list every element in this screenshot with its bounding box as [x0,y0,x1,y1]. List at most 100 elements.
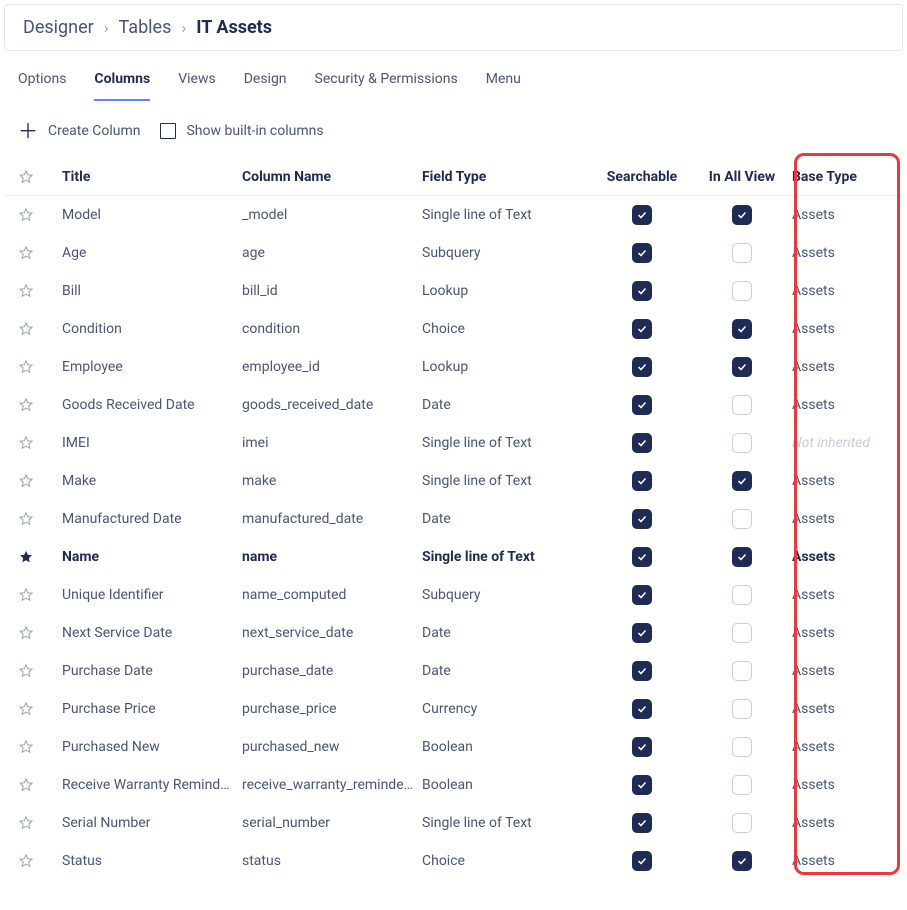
star-icon[interactable] [18,245,34,261]
in-all-view-checkbox[interactable] [732,547,752,567]
star-icon[interactable] [18,549,34,565]
star-icon[interactable] [18,587,34,603]
breadcrumb-item[interactable]: IT Assets [196,17,272,38]
header-column-name[interactable]: Column Name [242,169,422,185]
tab-security-permissions[interactable]: Security & Permissions [315,71,458,101]
field-type: Lookup [422,283,592,299]
table-row[interactable]: NamenameSingle line of TextAssets [4,538,903,576]
header-base-type[interactable]: Base Type [792,169,882,185]
in-all-view-checkbox[interactable] [732,281,752,301]
table-row[interactable]: Purchase Datepurchase_dateDateAssets [4,652,903,690]
star-icon[interactable] [18,473,34,489]
searchable-checkbox[interactable] [632,547,652,567]
column-name: goods_received_date [242,397,422,413]
in-all-view-checkbox[interactable] [732,661,752,681]
star-icon[interactable] [18,283,34,299]
table-row[interactable]: Receive Warranty Remindersreceive_warran… [4,766,903,804]
in-all-view-checkbox[interactable] [732,509,752,529]
searchable-checkbox[interactable] [632,205,652,225]
searchable-checkbox[interactable] [632,737,652,757]
star-icon[interactable] [18,815,34,831]
star-icon[interactable] [18,511,34,527]
table-row[interactable]: Model_modelSingle line of TextAssets [4,196,903,234]
header-in-all-view[interactable]: In All View [692,169,792,185]
star-icon[interactable] [18,739,34,755]
tab-columns[interactable]: Columns [94,71,150,101]
in-all-view-checkbox[interactable] [732,433,752,453]
searchable-checkbox[interactable] [632,433,652,453]
searchable-checkbox[interactable] [632,661,652,681]
in-all-view-checkbox[interactable] [732,775,752,795]
table-row[interactable]: Purchase Pricepurchase_priceCurrencyAsse… [4,690,903,728]
star-icon[interactable] [18,397,34,413]
table-row[interactable]: IMEIimeiSingle line of TextNot inherited [4,424,903,462]
table-row[interactable]: Manufactured Datemanufactured_dateDateAs… [4,500,903,538]
table-row[interactable]: Billbill_idLookupAssets [4,272,903,310]
table-row[interactable]: Unique Identifiername_computedSubqueryAs… [4,576,903,614]
star-icon[interactable] [18,321,34,337]
star-icon[interactable] [18,435,34,451]
show-builtin-toggle[interactable]: Show built-in columns [160,123,323,139]
table-row[interactable]: ConditionconditionChoiceAssets [4,310,903,348]
in-all-view-checkbox[interactable] [732,623,752,643]
in-all-view-checkbox[interactable] [732,699,752,719]
table-row[interactable]: Next Service Datenext_service_dateDateAs… [4,614,903,652]
searchable-checkbox[interactable] [632,509,652,529]
in-all-view-checkbox[interactable] [732,205,752,225]
column-title: Employee [62,359,242,375]
create-column-button[interactable]: ＋ Create Column [18,121,140,141]
searchable-checkbox[interactable] [632,357,652,377]
breadcrumb-item[interactable]: Designer [23,17,94,38]
searchable-checkbox[interactable] [632,281,652,301]
tab-design[interactable]: Design [244,71,287,101]
star-icon[interactable] [18,207,34,223]
columns-table: Title Column Name Field Type Searchable … [0,153,907,880]
tab-views[interactable]: Views [178,71,216,101]
in-all-view-checkbox[interactable] [732,737,752,757]
in-all-view-checkbox[interactable] [732,585,752,605]
in-all-view-checkbox[interactable] [732,357,752,377]
searchable-checkbox[interactable] [632,243,652,263]
header-title[interactable]: Title [62,169,242,185]
table-row[interactable]: Purchased Newpurchased_newBooleanAssets [4,728,903,766]
column-name: purchase_price [242,701,422,717]
in-all-view-checkbox[interactable] [732,813,752,833]
in-all-view-checkbox[interactable] [732,395,752,415]
chevron-right-icon: › [181,18,186,37]
in-all-view-checkbox[interactable] [732,851,752,871]
searchable-checkbox[interactable] [632,851,652,871]
table-row[interactable]: Employeeemployee_idLookupAssets [4,348,903,386]
star-icon[interactable] [18,625,34,641]
in-all-view-checkbox[interactable] [732,471,752,491]
star-icon[interactable] [18,663,34,679]
searchable-checkbox[interactable] [632,319,652,339]
searchable-checkbox[interactable] [632,585,652,605]
table-row[interactable]: StatusstatusChoiceAssets [4,842,903,880]
field-type: Single line of Text [422,815,592,831]
in-all-view-checkbox[interactable] [732,243,752,263]
in-all-view-checkbox[interactable] [732,319,752,339]
searchable-checkbox[interactable] [632,471,652,491]
star-icon[interactable] [18,701,34,717]
searchable-checkbox[interactable] [632,699,652,719]
table-row[interactable]: Serial Numberserial_numberSingle line of… [4,804,903,842]
column-title: Serial Number [62,815,242,831]
header-searchable[interactable]: Searchable [592,169,692,185]
searchable-checkbox[interactable] [632,813,652,833]
base-type: Assets [792,663,882,679]
checkbox-icon [160,123,176,139]
table-row[interactable]: Goods Received Dategoods_received_dateDa… [4,386,903,424]
star-icon[interactable] [18,359,34,375]
table-row[interactable]: AgeageSubqueryAssets [4,234,903,272]
header-field-type[interactable]: Field Type [422,169,592,185]
star-icon[interactable] [18,777,34,793]
breadcrumb-item[interactable]: Tables [119,17,172,38]
star-icon[interactable] [18,853,34,869]
tab-menu[interactable]: Menu [486,71,521,101]
tab-options[interactable]: Options [18,71,66,101]
table-row[interactable]: MakemakeSingle line of TextAssets [4,462,903,500]
base-type: Assets [792,359,882,375]
searchable-checkbox[interactable] [632,623,652,643]
searchable-checkbox[interactable] [632,395,652,415]
searchable-checkbox[interactable] [632,775,652,795]
